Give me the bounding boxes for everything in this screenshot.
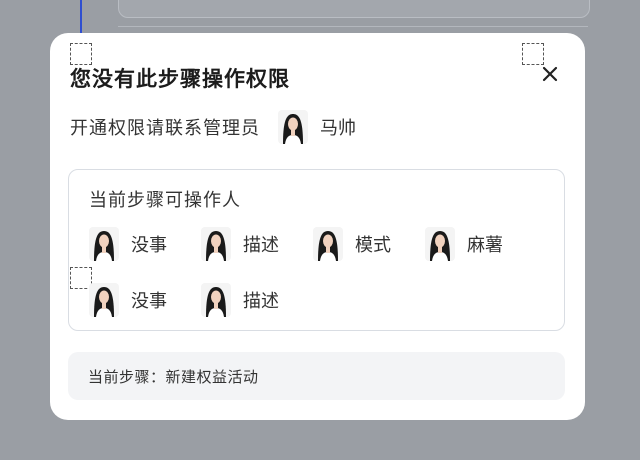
close-icon <box>542 66 558 82</box>
admin-name[interactable]: 马帅 <box>320 114 356 140</box>
operator-name: 没事 <box>131 291 167 312</box>
operator-avatar <box>425 227 455 261</box>
background-card <box>118 0 590 18</box>
dashed-placeholder-box <box>522 43 544 65</box>
current-step-text: 当前步骤：新建权益活动 <box>88 368 259 386</box>
operator-item[interactable]: 没事 <box>89 282 167 318</box>
operator-name: 麻薯 <box>467 235 503 256</box>
dashed-placeholder-box <box>70 43 92 65</box>
dialog-title: 您没有此步骤操作权限 <box>70 67 290 91</box>
operators-title: 当前步骤可操作人 <box>89 190 241 211</box>
background-accent-line <box>80 0 82 36</box>
operator-item[interactable]: 麻薯 <box>425 226 503 262</box>
close-button[interactable] <box>539 63 561 85</box>
operator-name: 描述 <box>243 235 279 256</box>
permission-dialog: 您没有此步骤操作权限 开通权限请联系管理员 马帅 当前步骤可操作人 没事 描述 … <box>50 33 585 420</box>
current-step-bar: 当前步骤：新建权益活动 <box>68 352 565 400</box>
contact-admin-text: 开通权限请联系管理员 <box>70 118 260 139</box>
operator-item[interactable]: 描述 <box>201 226 279 262</box>
admin-contact-row: 开通权限请联系管理员 马帅 <box>70 109 356 145</box>
operator-name: 模式 <box>355 235 391 256</box>
operator-item[interactable]: 描述 <box>201 282 279 318</box>
operator-avatar <box>201 283 231 317</box>
admin-avatar <box>278 110 308 144</box>
operator-avatar <box>89 283 119 317</box>
operators-panel: 当前步骤可操作人 没事 描述 模式 麻薯 没事 描述 <box>68 169 565 331</box>
operator-avatar <box>89 227 119 261</box>
operator-avatar <box>201 227 231 261</box>
operator-name: 没事 <box>131 235 167 256</box>
operator-item[interactable]: 没事 <box>89 226 167 262</box>
operator-name: 描述 <box>243 291 279 312</box>
operator-avatar <box>313 227 343 261</box>
operator-item[interactable]: 模式 <box>313 226 391 262</box>
